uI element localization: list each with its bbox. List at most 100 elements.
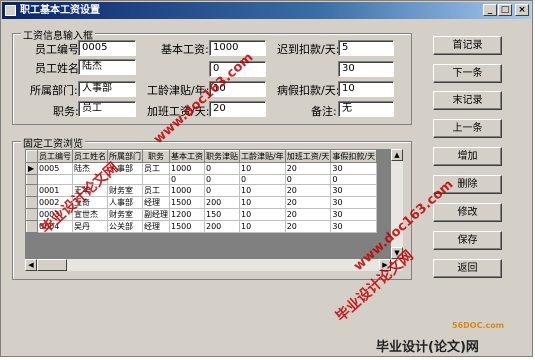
sick-deduct-label: 病假扣款/天: (277, 84, 340, 97)
column-header[interactable]: 员工姓名 (72, 150, 108, 163)
table-cell[interactable]: 10 (239, 208, 286, 221)
table-cell[interactable] (142, 174, 170, 185)
column-header[interactable]: 加班工资/天 (284, 150, 332, 163)
base-salary-label: 基本工资: (161, 43, 209, 56)
row-indicator (26, 174, 38, 185)
table-cell[interactable]: 人事部 (107, 196, 143, 209)
table-cell[interactable]: 10 (239, 184, 286, 197)
dept-input[interactable]: 人事部 (78, 81, 136, 97)
late-deduct-sub-input[interactable]: 30 (338, 61, 394, 77)
table-row[interactable]: ▶ 0005 陆杰 人事部 员工 1000 0 10 20 30 (26, 162, 378, 175)
late-deduct-label: 迟到扣款/天: (277, 43, 340, 56)
table-cell[interactable]: 10 (239, 220, 286, 233)
table-row[interactable]: 0004 吴丹 公关部 经理 1500 200 10 20 30 (26, 220, 378, 233)
last-record-button[interactable]: 末记录 (433, 91, 502, 110)
return-button[interactable]: 返回 (433, 259, 502, 278)
table-cell[interactable]: 1000 (169, 162, 205, 175)
dept-label: 所属部门: (30, 84, 78, 97)
table-cell[interactable]: 30 (330, 196, 378, 209)
overtime-input[interactable]: 20 (209, 101, 266, 117)
table-cell[interactable]: 0 (204, 162, 240, 175)
base-salary-input[interactable]: 1000 (209, 40, 266, 56)
scroll-up-icon[interactable]: ▲ (391, 149, 403, 161)
salary-data-grid[interactable]: 员工编号 员工姓名 所属部门 职务 基本工资 职务津贴 工龄津贴/年 加班工资/… (25, 149, 403, 271)
table-cell[interactable] (37, 174, 73, 185)
minimize-button[interactable]: _ (483, 4, 497, 16)
table-cell[interactable]: 财务室 (107, 208, 143, 221)
title-bar[interactable]: 职工基本工资设置 _ □ × (2, 2, 531, 19)
table-cell[interactable]: 0 (204, 174, 240, 185)
row-indicator (26, 196, 38, 209)
table-cell[interactable]: 20 (284, 220, 332, 233)
emp-no-input[interactable]: 0005 (78, 40, 136, 56)
table-cell[interactable]: 公关部 (107, 220, 143, 233)
table-cell[interactable]: 150 (204, 208, 240, 221)
table-cell[interactable]: 20 (284, 184, 332, 197)
scroll-thumb[interactable] (37, 259, 67, 271)
table-cell[interactable]: 0005 (37, 162, 73, 175)
table-cell[interactable]: 30 (330, 162, 378, 175)
app-icon (5, 5, 16, 16)
table-cell[interactable]: 0 (204, 184, 240, 197)
main-window: 职工基本工资设置 _ □ × 工资信息输入框 员工编号: 0005 员工姓名: … (0, 0, 533, 357)
next-record-button[interactable]: 下一条 (433, 64, 502, 83)
column-header[interactable]: 员工编号 (37, 150, 73, 163)
column-header[interactable]: 基本工资 (169, 150, 205, 163)
table-cell[interactable]: 1500 (169, 196, 205, 209)
save-button[interactable]: 保存 (433, 231, 502, 250)
table-cell[interactable]: 30 (330, 184, 378, 197)
position-input[interactable]: 员工 (78, 101, 136, 117)
table-cell[interactable]: 1200 (169, 208, 205, 221)
table-cell[interactable]: 10 (239, 196, 286, 209)
emp-name-input[interactable]: 陆杰 (78, 59, 136, 75)
table-cell[interactable]: 副经理 (142, 208, 170, 221)
column-header[interactable]: 所属部门 (107, 150, 143, 163)
table-cell[interactable]: 0 (330, 174, 378, 185)
table-cell[interactable]: 1000 (169, 184, 205, 197)
table-cell[interactable]: 200 (204, 196, 240, 209)
row-indicator (26, 184, 38, 197)
table-cell[interactable]: 员工 (142, 184, 170, 197)
table-cell[interactable]: 20 (284, 208, 332, 221)
scroll-left-icon[interactable]: ◀ (25, 259, 37, 271)
table-cell[interactable]: 经理 (142, 196, 170, 209)
window-title: 职工基本工资设置 (20, 5, 100, 16)
edit-button[interactable]: 修改 (433, 203, 502, 222)
table-cell[interactable]: 员工 (142, 162, 170, 175)
row-indicator (26, 208, 38, 221)
horizontal-scrollbar[interactable]: ◀ ▶ (25, 259, 403, 271)
table-cell[interactable]: 30 (330, 220, 378, 233)
column-header[interactable]: 职务 (142, 150, 170, 163)
table-cell[interactable]: 20 (284, 162, 332, 175)
table-cell[interactable]: 20 (284, 196, 332, 209)
position-label: 职务: (53, 105, 79, 118)
previous-record-button[interactable]: 上一条 (433, 119, 502, 138)
table-cell[interactable]: 0 (284, 174, 332, 185)
corner-site-watermark: 56DOC.com (452, 321, 505, 330)
table-cell[interactable]: 30 (330, 208, 378, 221)
note-input[interactable]: 无 (338, 101, 394, 117)
emp-no-label: 员工编号: (35, 43, 83, 56)
emp-name-label: 员工姓名: (35, 62, 83, 75)
table-cell[interactable]: 经理 (142, 220, 170, 233)
add-button[interactable]: 增加 (433, 147, 502, 166)
table-cell[interactable]: 0 (239, 174, 286, 185)
sick-deduct-input[interactable]: 10 (338, 81, 394, 97)
table-cell[interactable]: 10 (239, 162, 286, 175)
salary-browse-group-title: 固定工资浏览 (21, 135, 85, 150)
table-cell[interactable]: 吴丹 (72, 220, 108, 233)
close-button[interactable]: × (515, 4, 529, 16)
current-row-indicator: ▶ (26, 162, 38, 175)
column-header[interactable]: 职务津贴 (204, 150, 240, 163)
late-deduct-input[interactable]: 5 (338, 40, 394, 56)
table-cell[interactable]: 财务室 (107, 184, 143, 197)
table-cell[interactable]: 1500 (169, 220, 205, 233)
first-record-button[interactable]: 首记录 (433, 36, 502, 55)
corner-brand-watermark: 毕业设计(论文)网 (376, 340, 479, 355)
maximize-button[interactable]: □ (498, 4, 512, 16)
note-label: 备注: (311, 105, 337, 118)
table-cell[interactable]: 200 (204, 220, 240, 233)
column-header[interactable]: 事假扣款/天 (330, 150, 378, 163)
table-cell[interactable]: 0 (169, 174, 205, 185)
column-header[interactable]: 工龄津贴/年 (239, 150, 286, 163)
